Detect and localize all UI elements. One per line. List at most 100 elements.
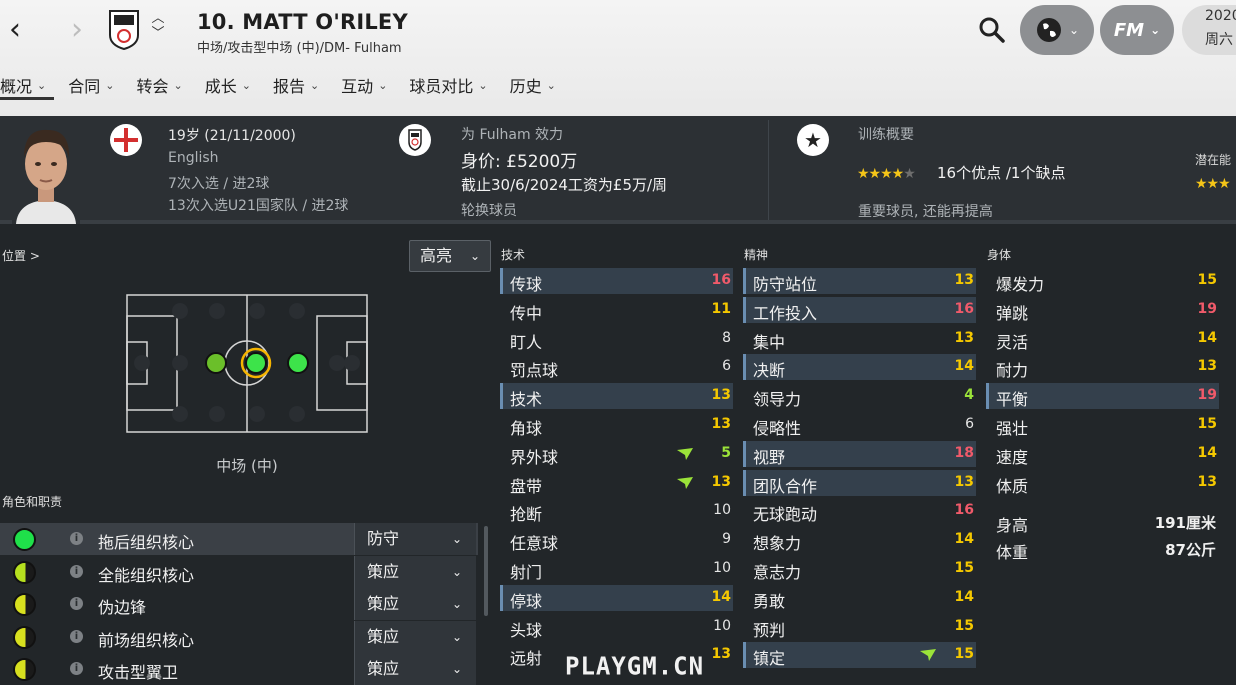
duty-dropdown[interactable]: 策应 ⌄	[354, 653, 476, 685]
attribute-row-mental[interactable]: 镇定 15	[743, 642, 976, 669]
training-title[interactable]: 训练概要	[858, 124, 914, 144]
tab-6[interactable]: 球员对比 ⌄	[398, 70, 498, 100]
potential-label: 潜在能	[1195, 153, 1232, 167]
attribute-row-physical[interactable]: 强壮 15	[986, 412, 1219, 438]
search-icon[interactable]	[978, 16, 1006, 44]
attribute-row-technical[interactable]: 传中 11	[500, 297, 733, 323]
attribute-value: 11	[711, 300, 731, 317]
attribute-value: 15	[954, 646, 974, 663]
attribute-row-mental[interactable]: 意志力 15	[743, 556, 976, 582]
attribute-name: 传中	[510, 303, 543, 323]
attribute-row-mental[interactable]: 预判 15	[743, 614, 976, 640]
attribute-row-technical[interactable]: 盯人 8	[500, 326, 733, 352]
attribute-row-mental[interactable]: 团队合作 13	[743, 469, 976, 496]
attribute-row-mental[interactable]: 侵略性 6	[743, 412, 976, 438]
info-icon[interactable]: i	[70, 597, 83, 610]
fulham-crest-icon[interactable]	[399, 124, 431, 156]
attribute-row-mental[interactable]: 想象力 14	[743, 527, 976, 553]
attribute-row-physical[interactable]: 速度 14	[986, 441, 1219, 467]
tab-4[interactable]: 报告 ⌄	[262, 70, 330, 100]
duty-dropdown[interactable]: 策应 ⌄	[354, 620, 476, 653]
duty-dropdown[interactable]: 防守 ⌄	[354, 523, 476, 555]
date-continue-button[interactable]: 2020 周六	[1182, 5, 1236, 55]
divider	[768, 120, 769, 220]
club-line[interactable]: 为 Fulham 效力	[461, 124, 563, 144]
attribute-row-mental[interactable]: 无球跑动 16	[743, 498, 976, 524]
attribute-row-mental[interactable]: 工作投入 16	[743, 296, 976, 323]
attribute-row-physical[interactable]: 灵活 14	[986, 326, 1219, 352]
tab-7[interactable]: 历史 ⌄	[499, 70, 567, 100]
attribute-row-technical[interactable]: 盘带 13	[500, 470, 733, 496]
attribute-row-mental[interactable]: 决断 14	[743, 354, 976, 381]
attribute-name: 头球	[510, 620, 543, 640]
england-flag-icon	[110, 124, 142, 156]
date-year: 2020	[1205, 8, 1236, 24]
role-row[interactable]: i 全能组织核心 策应 ⌄	[0, 555, 478, 588]
roles-scrollbar[interactable]	[484, 526, 488, 616]
info-icon[interactable]: i	[70, 662, 83, 675]
role-row[interactable]: i 前场组织核心 策应 ⌄	[0, 620, 478, 653]
attribute-row-mental[interactable]: 视野 18	[743, 440, 976, 467]
info-icon[interactable]: i	[70, 629, 83, 643]
back-arrow-icon[interactable]: ‹	[0, 12, 30, 48]
attribute-row-physical[interactable]: 弹跳 19	[986, 297, 1219, 323]
highlight-dropdown-label: 高亮	[420, 246, 453, 265]
attribute-row-mental[interactable]: 领导力 4	[743, 383, 976, 409]
tab-1[interactable]: 合同 ⌄	[57, 70, 125, 100]
fm-menu-button[interactable]: FM ⌄	[1100, 5, 1174, 55]
duty-label: 防守	[367, 529, 400, 548]
info-icon[interactable]: i	[70, 564, 83, 578]
highlight-dropdown[interactable]: 高亮 ⌄	[409, 240, 491, 272]
duty-dropdown[interactable]: 策应 ⌄	[354, 588, 476, 620]
attribute-value: 9	[722, 531, 731, 548]
position-section-header[interactable]: 位置 >	[2, 247, 40, 264]
role-suitability-icon	[13, 528, 36, 551]
attribute-row-mental[interactable]: 勇敢 14	[743, 585, 976, 611]
tab-2[interactable]: 转会 ⌄	[125, 70, 193, 100]
forward-arrow-icon[interactable]: ›	[62, 12, 92, 48]
duty-label: 策应	[367, 626, 400, 646]
attribute-row-physical[interactable]: 爆发力 15	[986, 268, 1219, 294]
attribute-row-mental[interactable]: 防守站位 13	[743, 268, 976, 294]
tab-5[interactable]: 互动 ⌄	[330, 70, 398, 100]
attribute-row-physical[interactable]: 体质 13	[986, 470, 1219, 496]
attribute-value: 14	[954, 531, 974, 548]
attribute-row-physical[interactable]: 耐力 13	[986, 354, 1219, 380]
attribute-name: 预判	[753, 620, 786, 640]
player-switcher-icon[interactable]: ︿ ﹀	[148, 11, 168, 45]
attribute-value: 15	[1197, 416, 1217, 432]
tab-label: 转会	[136, 77, 169, 96]
attribute-name: 灵活	[996, 332, 1029, 352]
role-name: 全能组织核心	[98, 565, 195, 585]
role-row[interactable]: i 拖后组织核心 防守 ⌄	[0, 523, 478, 555]
attribute-name: 决断	[753, 361, 786, 381]
role-row[interactable]: i 攻击型翼卫 策应 ⌄	[0, 653, 478, 685]
attribute-row-technical[interactable]: 角球 13	[500, 412, 733, 438]
attribute-row-technical[interactable]: 界外球 5	[500, 441, 733, 467]
attribute-row-technical[interactable]: 停球 14	[500, 584, 733, 611]
tab-label: 互动	[341, 77, 374, 96]
attribute-row-technical[interactable]: 传球 16	[500, 268, 733, 294]
duty-dropdown[interactable]: 策应 ⌄	[354, 555, 476, 588]
attribute-row-technical[interactable]: 罚点球 6	[500, 354, 733, 380]
role-row[interactable]: i 伪边锋 策应 ⌄	[0, 588, 478, 620]
attribute-row-technical[interactable]: 技术 13	[500, 383, 733, 410]
info-icon[interactable]: i	[70, 532, 83, 545]
world-menu-button[interactable]: ⌄	[1020, 5, 1094, 55]
weight-stat: 体重 87公斤	[996, 539, 1216, 563]
attribute-value: 14	[711, 588, 731, 605]
tab-label: 成长	[204, 77, 237, 96]
attribute-row-physical[interactable]: 平衡 19	[986, 383, 1219, 410]
attribute-row-technical[interactable]: 抢断 10	[500, 498, 733, 524]
attribute-row-technical[interactable]: 头球 10	[500, 614, 733, 640]
attribute-row-mental[interactable]: 集中 13	[743, 326, 976, 352]
player-value: 身价: £5200万	[461, 152, 578, 172]
watermark: PLAYGM.CN	[565, 651, 705, 681]
attribute-row-technical[interactable]: 射门 10	[500, 556, 733, 582]
attribute-row-technical[interactable]: 任意球 9	[500, 527, 733, 553]
header-bar: ‹ › ︿ ﹀ 10. MATT O'RILEY 中场/攻击型中场 (中)/DM-…	[0, 0, 1236, 116]
player-nationality[interactable]: English	[168, 150, 219, 166]
tab-3[interactable]: 成长 ⌄	[194, 70, 262, 100]
tab-0[interactable]: 概况 ⌄	[0, 70, 57, 100]
attribute-value: 13	[711, 473, 731, 490]
